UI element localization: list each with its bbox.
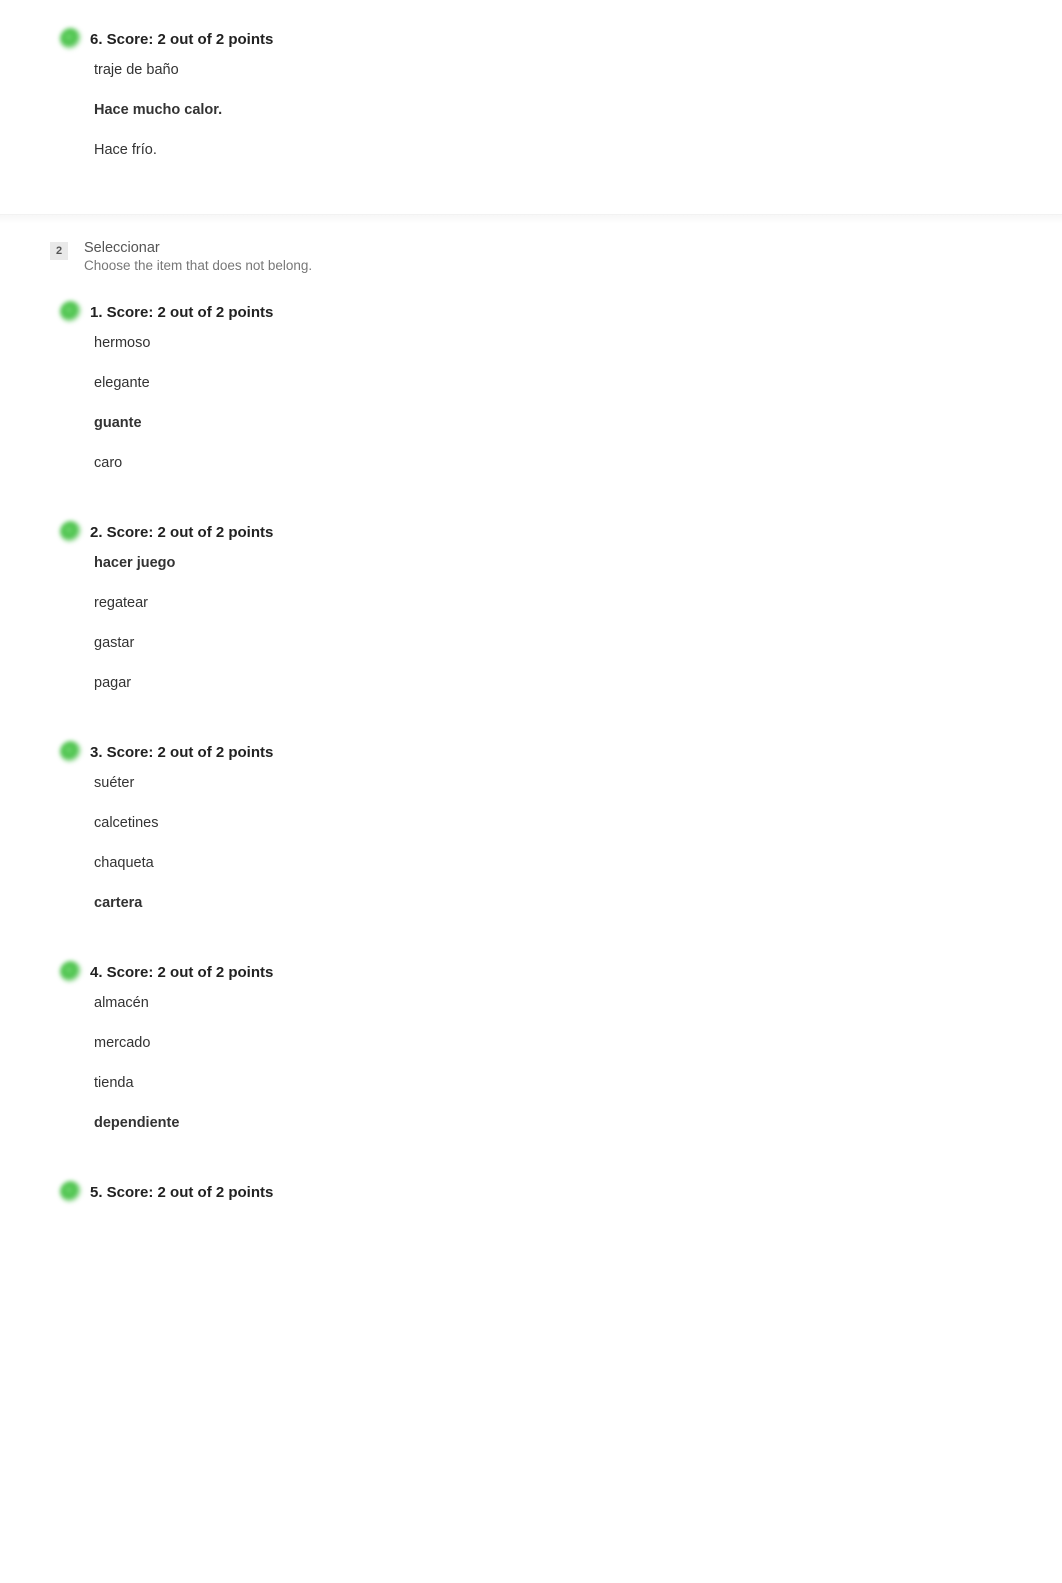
score-line: 2. Score: 2 out of 2 points bbox=[60, 521, 1012, 543]
section-title: Seleccionar bbox=[84, 240, 312, 256]
score-text: 2. Score: 2 out of 2 points bbox=[90, 524, 273, 541]
correct-marker-icon bbox=[60, 28, 82, 50]
answer-option: calcetines bbox=[94, 815, 1012, 831]
question-block: 1. Score: 2 out of 2 points hermoso elegan… bbox=[50, 293, 1012, 513]
answer-option: cartera bbox=[94, 895, 1012, 911]
question-block: 4. Score: 2 out of 2 points almacén mercad… bbox=[50, 953, 1012, 1173]
section-subtitle: Choose the item that does not belong. bbox=[84, 258, 312, 273]
quiz-results-page: 6. Score: 2 out of 2 points traje de bañ… bbox=[0, 0, 1062, 1583]
correct-marker-icon bbox=[60, 741, 82, 763]
correct-marker-icon bbox=[60, 301, 82, 323]
answer-option: Hace mucho calor. bbox=[94, 102, 1012, 118]
answer-option: tienda bbox=[94, 1075, 1012, 1091]
section-header: 2 Seleccionar Choose the item that does … bbox=[50, 230, 1012, 279]
correct-marker-icon bbox=[60, 521, 82, 543]
answer-option: caro bbox=[94, 455, 1012, 471]
question-block: 6. Score: 2 out of 2 points traje de bañ… bbox=[50, 20, 1012, 200]
score-text: 4. Score: 2 out of 2 points bbox=[90, 964, 273, 981]
score-text: 6. Score: 2 out of 2 points bbox=[90, 31, 273, 48]
score-line: 5. Score: 2 out of 2 points bbox=[60, 1181, 1012, 1203]
answer-option: hacer juego bbox=[94, 555, 1012, 571]
section-number-badge: 2 bbox=[50, 242, 68, 260]
answer-option: elegante bbox=[94, 375, 1012, 391]
section-header-text: Seleccionar Choose the item that does no… bbox=[84, 240, 312, 273]
option-list: almacén mercado tienda dependiente bbox=[94, 995, 1012, 1131]
option-list: hacer juego regatear gastar pagar bbox=[94, 555, 1012, 691]
answer-option: hermoso bbox=[94, 335, 1012, 351]
answer-option: almacén bbox=[94, 995, 1012, 1011]
option-list: hermoso elegante guante caro bbox=[94, 335, 1012, 471]
answer-option: gastar bbox=[94, 635, 1012, 651]
question-block: 2. Score: 2 out of 2 points hacer juego re… bbox=[50, 513, 1012, 733]
score-line: 4. Score: 2 out of 2 points bbox=[60, 961, 1012, 983]
answer-option: pagar bbox=[94, 675, 1012, 691]
answer-option: suéter bbox=[94, 775, 1012, 791]
score-line: 6. Score: 2 out of 2 points bbox=[60, 28, 1012, 50]
answer-option: chaqueta bbox=[94, 855, 1012, 871]
answer-option: regatear bbox=[94, 595, 1012, 611]
question-block: 5. Score: 2 out of 2 points bbox=[50, 1173, 1012, 1233]
questions-container: 1. Score: 2 out of 2 points hermoso elegan… bbox=[50, 293, 1012, 1233]
score-text: 1. Score: 2 out of 2 points bbox=[90, 304, 273, 321]
section-divider bbox=[0, 214, 1062, 224]
option-list: suéter calcetines chaqueta cartera bbox=[94, 775, 1012, 911]
score-text: 5. Score: 2 out of 2 points bbox=[90, 1184, 273, 1201]
answer-option: guante bbox=[94, 415, 1012, 431]
answer-option: Hace frío. bbox=[94, 142, 1012, 158]
option-list: traje de baño Hace mucho calor. Hace frío. bbox=[94, 62, 1012, 158]
answer-option: traje de baño bbox=[94, 62, 1012, 78]
correct-marker-icon bbox=[60, 961, 82, 983]
question-block: 3. Score: 2 out of 2 points suéter calceti… bbox=[50, 733, 1012, 953]
answer-option: dependiente bbox=[94, 1115, 1012, 1131]
score-line: 3. Score: 2 out of 2 points bbox=[60, 741, 1012, 763]
score-line: 1. Score: 2 out of 2 points bbox=[60, 301, 1012, 323]
correct-marker-icon bbox=[60, 1181, 82, 1203]
answer-option: mercado bbox=[94, 1035, 1012, 1051]
score-text: 3. Score: 2 out of 2 points bbox=[90, 744, 273, 761]
